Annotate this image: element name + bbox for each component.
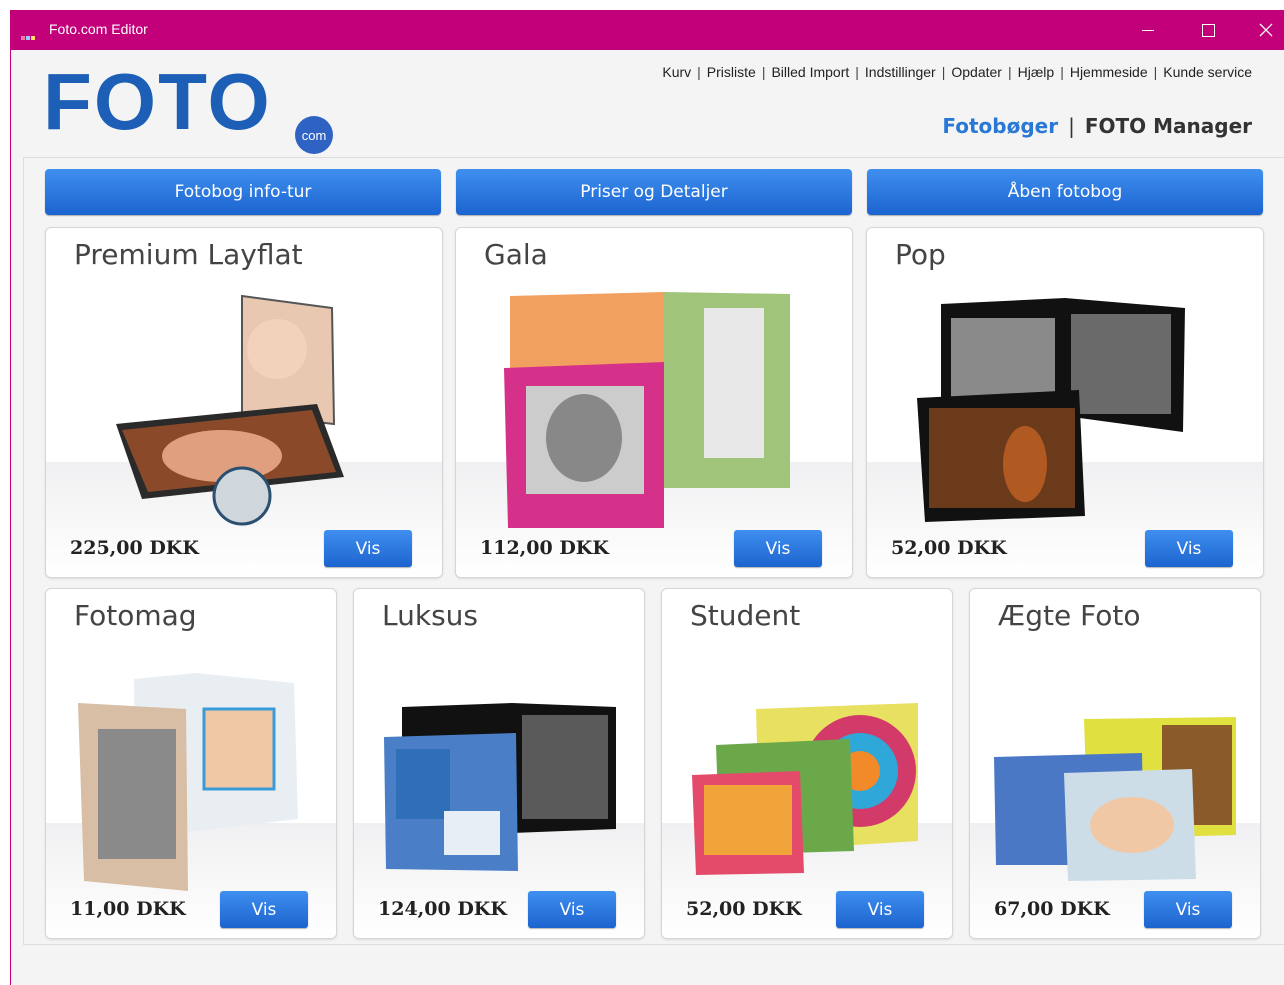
- main-nav: Fotobøger | FOTO Manager: [942, 114, 1252, 138]
- product-name: Luksus: [382, 599, 478, 632]
- nav-foto-manager[interactable]: FOTO Manager: [1085, 114, 1252, 138]
- product-card-fotomag: Fotomag 11,00 DKK Vis: [45, 588, 337, 939]
- product-card-gala: Gala 112,00 DKK Vis: [455, 227, 853, 578]
- product-image: [994, 717, 1236, 881]
- view-button[interactable]: Vis: [734, 530, 822, 567]
- product-price: 225,00 DKK: [70, 537, 199, 559]
- product-image: [78, 673, 298, 891]
- window-title: Foto.com Editor: [49, 21, 148, 37]
- minimize-button[interactable]: [1119, 10, 1177, 50]
- info-tour-button[interactable]: Fotobog info-tur: [45, 169, 441, 215]
- close-icon: [1259, 23, 1273, 37]
- product-name: Gala: [484, 238, 548, 271]
- link-image-import[interactable]: Billed Import: [771, 64, 849, 80]
- product-name: Pop: [895, 238, 946, 271]
- product-name: Student: [690, 599, 801, 632]
- nav-fotoboger[interactable]: Fotobøger: [942, 114, 1058, 138]
- product-price: 11,00 DKK: [70, 898, 186, 920]
- product-image: [692, 703, 918, 875]
- app-window: Foto.com Editor FOTO com Kurv | Prisliste |…: [10, 10, 1284, 985]
- product-name: Fotomag: [74, 599, 197, 632]
- maximize-button[interactable]: [1179, 10, 1237, 50]
- link-homepage[interactable]: Hjemmeside: [1070, 64, 1148, 80]
- view-button[interactable]: Vis: [1144, 891, 1232, 928]
- logo-word: FOTO: [43, 57, 272, 146]
- product-card-aegte-foto: Ægte Foto 67,00 DKK Vis: [969, 588, 1261, 939]
- open-photobook-button[interactable]: Åben fotobog: [867, 169, 1263, 215]
- view-button[interactable]: Vis: [1145, 530, 1233, 567]
- view-button[interactable]: Vis: [220, 891, 308, 928]
- logo-badge: com: [295, 116, 333, 154]
- product-image: [917, 298, 1185, 522]
- product-price: 52,00 DKK: [891, 537, 1007, 559]
- foto-logo: FOTO com: [43, 57, 343, 154]
- maximize-icon: [1201, 23, 1215, 37]
- product-image: [384, 703, 616, 871]
- app-icon: [21, 25, 43, 40]
- link-cart[interactable]: Kurv: [662, 64, 691, 80]
- link-help[interactable]: Hjælp: [1018, 64, 1055, 80]
- product-image: [116, 294, 344, 526]
- link-settings[interactable]: Indstillinger: [865, 64, 936, 80]
- product-name: Premium Layflat: [74, 238, 303, 271]
- link-update[interactable]: Opdater: [951, 64, 1002, 80]
- product-card-pop: Pop 52,00 DKK Vis: [866, 227, 1264, 578]
- minimize-icon: [1142, 29, 1154, 31]
- product-card-premium-layflat: Premium Layflat 225,00 DKK Vis: [45, 227, 443, 578]
- product-price: 52,00 DKK: [686, 898, 802, 920]
- product-image: [504, 292, 790, 528]
- view-button[interactable]: Vis: [836, 891, 924, 928]
- close-button[interactable]: [1237, 10, 1284, 50]
- title-bar: Foto.com Editor: [11, 10, 1284, 50]
- product-price: 112,00 DKK: [480, 537, 609, 559]
- link-price-list[interactable]: Prisliste: [707, 64, 756, 80]
- top-links: Kurv | Prisliste | Billed Import | Indstilling…: [662, 64, 1252, 80]
- prices-details-button[interactable]: Priser og Detaljer: [456, 169, 852, 215]
- product-price: 124,00 DKK: [378, 898, 507, 920]
- product-card-student: Student 52,00 DKK Vis: [661, 588, 953, 939]
- view-button[interactable]: Vis: [324, 530, 412, 567]
- view-button[interactable]: Vis: [528, 891, 616, 928]
- product-name: Ægte Foto: [998, 599, 1141, 632]
- product-card-luksus: Luksus 124,00 DKK Vis: [353, 588, 645, 939]
- link-customer-service[interactable]: Kunde service: [1163, 64, 1252, 80]
- product-price: 67,00 DKK: [994, 898, 1110, 920]
